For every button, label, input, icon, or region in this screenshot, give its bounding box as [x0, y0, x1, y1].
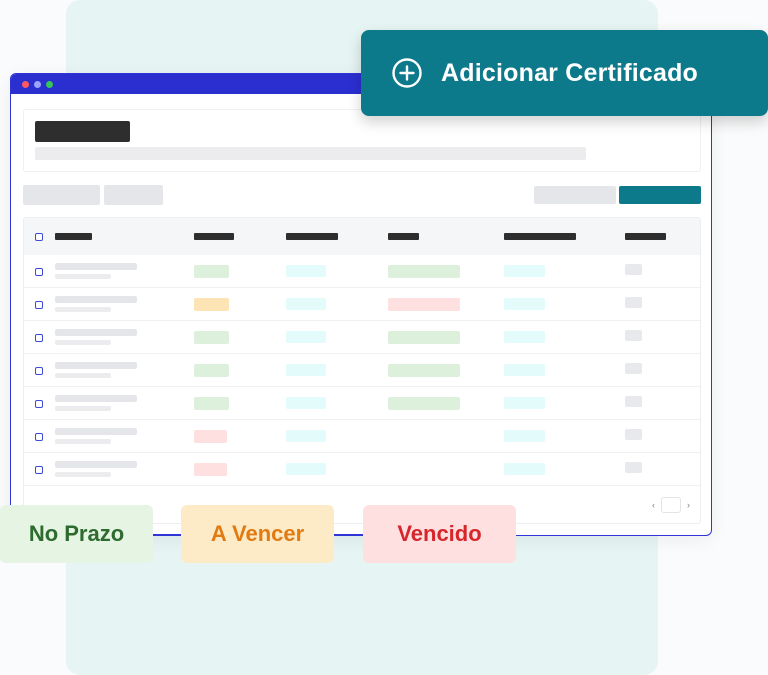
row-alert-badge — [388, 298, 460, 311]
row-type-placeholder — [286, 265, 326, 277]
column-header-name[interactable] — [55, 233, 92, 240]
page-title-placeholder — [35, 121, 130, 142]
row-alert-badge — [388, 364, 460, 377]
page-header-card — [23, 109, 701, 172]
row-status-badge — [194, 430, 227, 443]
row-checkbox[interactable] — [35, 466, 43, 474]
row-name-placeholder — [55, 263, 137, 270]
filter-tab-2[interactable] — [104, 185, 163, 205]
row-action-button[interactable] — [625, 297, 642, 308]
table-row[interactable] — [24, 420, 700, 453]
row-type-placeholder — [286, 430, 326, 442]
status-label: A Vencer — [210, 521, 305, 546]
row-name-placeholder — [55, 428, 137, 435]
row-subname-placeholder — [55, 340, 111, 345]
select-all-checkbox[interactable] — [35, 233, 43, 241]
row-expiry-placeholder — [504, 331, 545, 343]
pagination-page-box[interactable] — [661, 497, 681, 513]
row-action-button[interactable] — [625, 330, 642, 341]
row-expiry-placeholder — [504, 430, 545, 442]
table-row[interactable] — [24, 255, 700, 288]
row-type-placeholder — [286, 298, 326, 310]
window-close-dot[interactable] — [22, 80, 29, 88]
table-row[interactable] — [24, 453, 700, 486]
plus-circle-icon — [392, 58, 422, 88]
row-checkbox[interactable] — [35, 334, 43, 342]
status-badge-expired: Vencido — [363, 505, 516, 563]
window-minimize-dot[interactable] — [34, 80, 41, 88]
row-name-placeholder — [55, 395, 137, 402]
row-name-placeholder — [55, 296, 137, 303]
row-type-placeholder — [286, 331, 326, 343]
row-action-button[interactable] — [625, 462, 642, 473]
row-name-placeholder — [55, 362, 137, 369]
row-checkbox[interactable] — [35, 268, 43, 276]
row-alert-badge — [388, 397, 460, 410]
table-header — [24, 218, 700, 255]
row-subname-placeholder — [55, 274, 111, 279]
status-badge-on-time: No Prazo — [0, 505, 153, 563]
row-expiry-placeholder — [504, 397, 545, 409]
table-row[interactable] — [24, 288, 700, 321]
table-row[interactable] — [24, 387, 700, 420]
column-header-actions[interactable] — [625, 233, 666, 240]
row-type-placeholder — [286, 397, 326, 409]
row-status-badge — [194, 298, 229, 311]
status-badge-expiring: A Vencer — [181, 505, 334, 563]
column-header-expiry[interactable] — [504, 233, 576, 240]
table-row[interactable] — [24, 354, 700, 387]
row-subname-placeholder — [55, 307, 111, 312]
column-header-alert[interactable] — [388, 233, 419, 240]
row-checkbox[interactable] — [35, 400, 43, 408]
row-checkbox[interactable] — [35, 433, 43, 441]
primary-action-button[interactable] — [619, 186, 701, 204]
row-expiry-placeholder — [504, 463, 545, 475]
status-label: Vencido — [397, 521, 482, 546]
add-certificate-button[interactable]: Adicionar Certificado — [361, 30, 768, 116]
row-alert-badge — [388, 331, 460, 344]
pagination-next-icon[interactable]: › — [687, 500, 690, 510]
window-maximize-dot[interactable] — [46, 80, 53, 88]
table-row[interactable] — [24, 321, 700, 354]
certificates-table: ‹ › — [23, 217, 701, 524]
row-action-button[interactable] — [625, 363, 642, 374]
add-certificate-label: Adicionar Certificado — [441, 58, 699, 87]
row-action-button[interactable] — [625, 264, 642, 275]
row-subname-placeholder — [55, 406, 111, 411]
row-subname-placeholder — [55, 439, 111, 444]
column-header-type[interactable] — [286, 233, 338, 240]
status-label: No Prazo — [28, 521, 125, 546]
filter-tab-1[interactable] — [23, 185, 100, 205]
row-status-badge — [194, 265, 229, 278]
row-checkbox[interactable] — [35, 301, 43, 309]
row-type-placeholder — [286, 364, 326, 376]
row-status-badge — [194, 364, 229, 377]
pagination-prev-icon[interactable]: ‹ — [652, 500, 655, 510]
row-expiry-placeholder — [504, 364, 545, 376]
row-status-badge — [194, 331, 229, 344]
row-action-button[interactable] — [625, 429, 642, 440]
page-subtitle-placeholder — [35, 147, 586, 160]
row-expiry-placeholder — [504, 298, 545, 310]
row-subname-placeholder — [55, 472, 111, 477]
app-window: ‹ › — [10, 73, 712, 536]
pagination: ‹ › — [652, 497, 690, 513]
row-subname-placeholder — [55, 373, 111, 378]
row-name-placeholder — [55, 329, 137, 336]
row-alert-badge — [388, 265, 460, 278]
column-header-status[interactable] — [194, 233, 234, 240]
row-status-badge — [194, 397, 229, 410]
row-name-placeholder — [55, 461, 137, 468]
secondary-action-button[interactable] — [534, 186, 616, 204]
row-type-placeholder — [286, 463, 326, 475]
row-action-button[interactable] — [625, 396, 642, 407]
row-status-badge — [194, 463, 227, 476]
row-checkbox[interactable] — [35, 367, 43, 375]
row-expiry-placeholder — [504, 265, 545, 277]
